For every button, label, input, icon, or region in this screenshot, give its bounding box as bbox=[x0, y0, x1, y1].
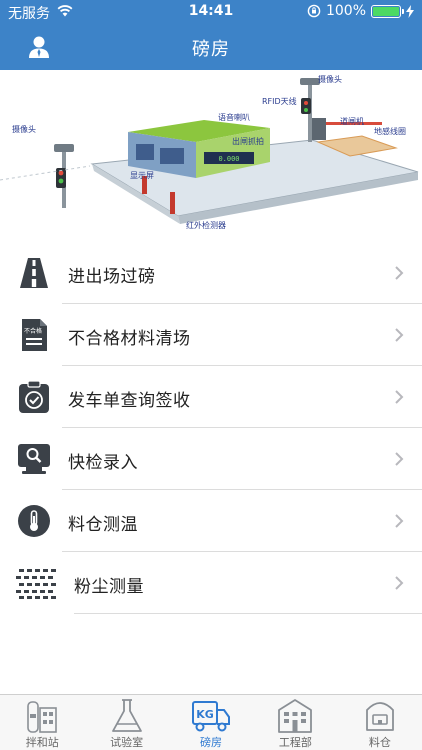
label-camera-right: 摄像头 bbox=[318, 75, 342, 84]
tab-bar: 拌和站 试验室 KG 磅房 工程部 料仓 bbox=[0, 694, 422, 750]
chevron-right-icon bbox=[395, 514, 404, 528]
function-menu: 进出场过磅 不合格 不合格材料清场 发车单查询签收 快检录入 料仓测温 粉尘测量 bbox=[0, 242, 422, 614]
label-display: 显示屏 bbox=[130, 171, 154, 180]
battery-icon bbox=[371, 4, 404, 18]
tab-label: 料仓 bbox=[368, 736, 391, 749]
clipboard-check-icon bbox=[17, 379, 51, 415]
tab-silo[interactable]: 料仓 bbox=[338, 695, 422, 750]
tab-weighbridge[interactable]: KG 磅房 bbox=[169, 695, 253, 750]
thermometer-icon bbox=[17, 503, 51, 539]
orientation-lock-icon bbox=[307, 4, 321, 18]
label-infrared: 红外检测器 bbox=[186, 221, 226, 230]
battery-percent: 100% bbox=[325, 3, 366, 19]
silo-icon bbox=[365, 702, 394, 731]
menu-item-unqualified-clearance[interactable]: 不合格 不合格材料清场 bbox=[0, 304, 422, 366]
tab-label: 试验室 bbox=[110, 736, 144, 749]
truck-icon: KG bbox=[192, 701, 231, 732]
svg-text:0.000: 0.000 bbox=[218, 155, 239, 163]
weighbridge-diagram: 0.000 摄像头 RFID天线 语音喇叭 摄像头 道闸机 地感线圈 出闸抓拍 … bbox=[0, 70, 422, 242]
navigation-bar: 磅房 bbox=[0, 24, 422, 70]
tab-engineering[interactable]: 工程部 bbox=[253, 695, 337, 750]
menu-item-label: 快检录入 bbox=[68, 453, 138, 473]
chevron-right-icon bbox=[395, 266, 404, 280]
tab-label: 工程部 bbox=[278, 736, 312, 749]
status-bar: 无服务 14:41 100% bbox=[0, 0, 422, 24]
menu-item-dust-measurement[interactable]: 粉尘测量 bbox=[0, 552, 422, 614]
building-icon bbox=[278, 699, 313, 733]
weighbridge-illustration: 0.000 bbox=[0, 78, 419, 224]
menu-item-label: 粉尘测量 bbox=[74, 577, 144, 597]
document-badge-text: 不合格 bbox=[24, 327, 42, 335]
wifi-icon bbox=[57, 5, 73, 17]
truck-kg-text: KG bbox=[196, 708, 214, 721]
label-speaker: 语音喇叭 bbox=[218, 113, 250, 122]
menu-item-silo-temperature[interactable]: 料仓测温 bbox=[0, 490, 422, 552]
monitor-search-icon bbox=[17, 441, 51, 477]
chevron-right-icon bbox=[395, 328, 404, 342]
charging-bolt-icon bbox=[406, 4, 414, 18]
carrier-label: 无服务 bbox=[8, 6, 50, 22]
menu-item-label: 进出场过磅 bbox=[68, 267, 156, 287]
page-title: 磅房 bbox=[192, 39, 230, 60]
tab-label: 拌和站 bbox=[25, 736, 59, 749]
menu-item-quick-test[interactable]: 快检录入 bbox=[0, 428, 422, 490]
document-icon: 不合格 bbox=[17, 317, 51, 353]
menu-item-dispatch-query[interactable]: 发车单查询签收 bbox=[0, 366, 422, 428]
menu-item-label: 不合格材料清场 bbox=[68, 329, 191, 349]
tab-label: 磅房 bbox=[200, 736, 223, 749]
menu-item-weighing[interactable]: 进出场过磅 bbox=[0, 242, 422, 304]
menu-item-label: 发车单查询签收 bbox=[68, 391, 191, 411]
menu-item-label: 料仓测温 bbox=[68, 515, 138, 535]
label-barrier: 道闸机 bbox=[340, 117, 364, 126]
mixing-station-icon bbox=[27, 701, 58, 733]
chevron-right-icon bbox=[395, 452, 404, 466]
label-ground-coil: 地感线圈 bbox=[374, 127, 406, 136]
chevron-right-icon bbox=[395, 390, 404, 404]
tab-mixing-station[interactable]: 拌和站 bbox=[0, 695, 84, 750]
dust-icon bbox=[16, 565, 58, 601]
label-rfid: RFID天线 bbox=[262, 97, 297, 106]
label-camera-left: 摄像头 bbox=[12, 125, 36, 134]
road-icon bbox=[17, 255, 51, 291]
tab-laboratory[interactable]: 试验室 bbox=[84, 695, 168, 750]
flask-icon bbox=[111, 699, 142, 732]
chevron-right-icon bbox=[395, 576, 404, 590]
label-entrance-camera: 出闸抓拍 bbox=[232, 137, 264, 146]
